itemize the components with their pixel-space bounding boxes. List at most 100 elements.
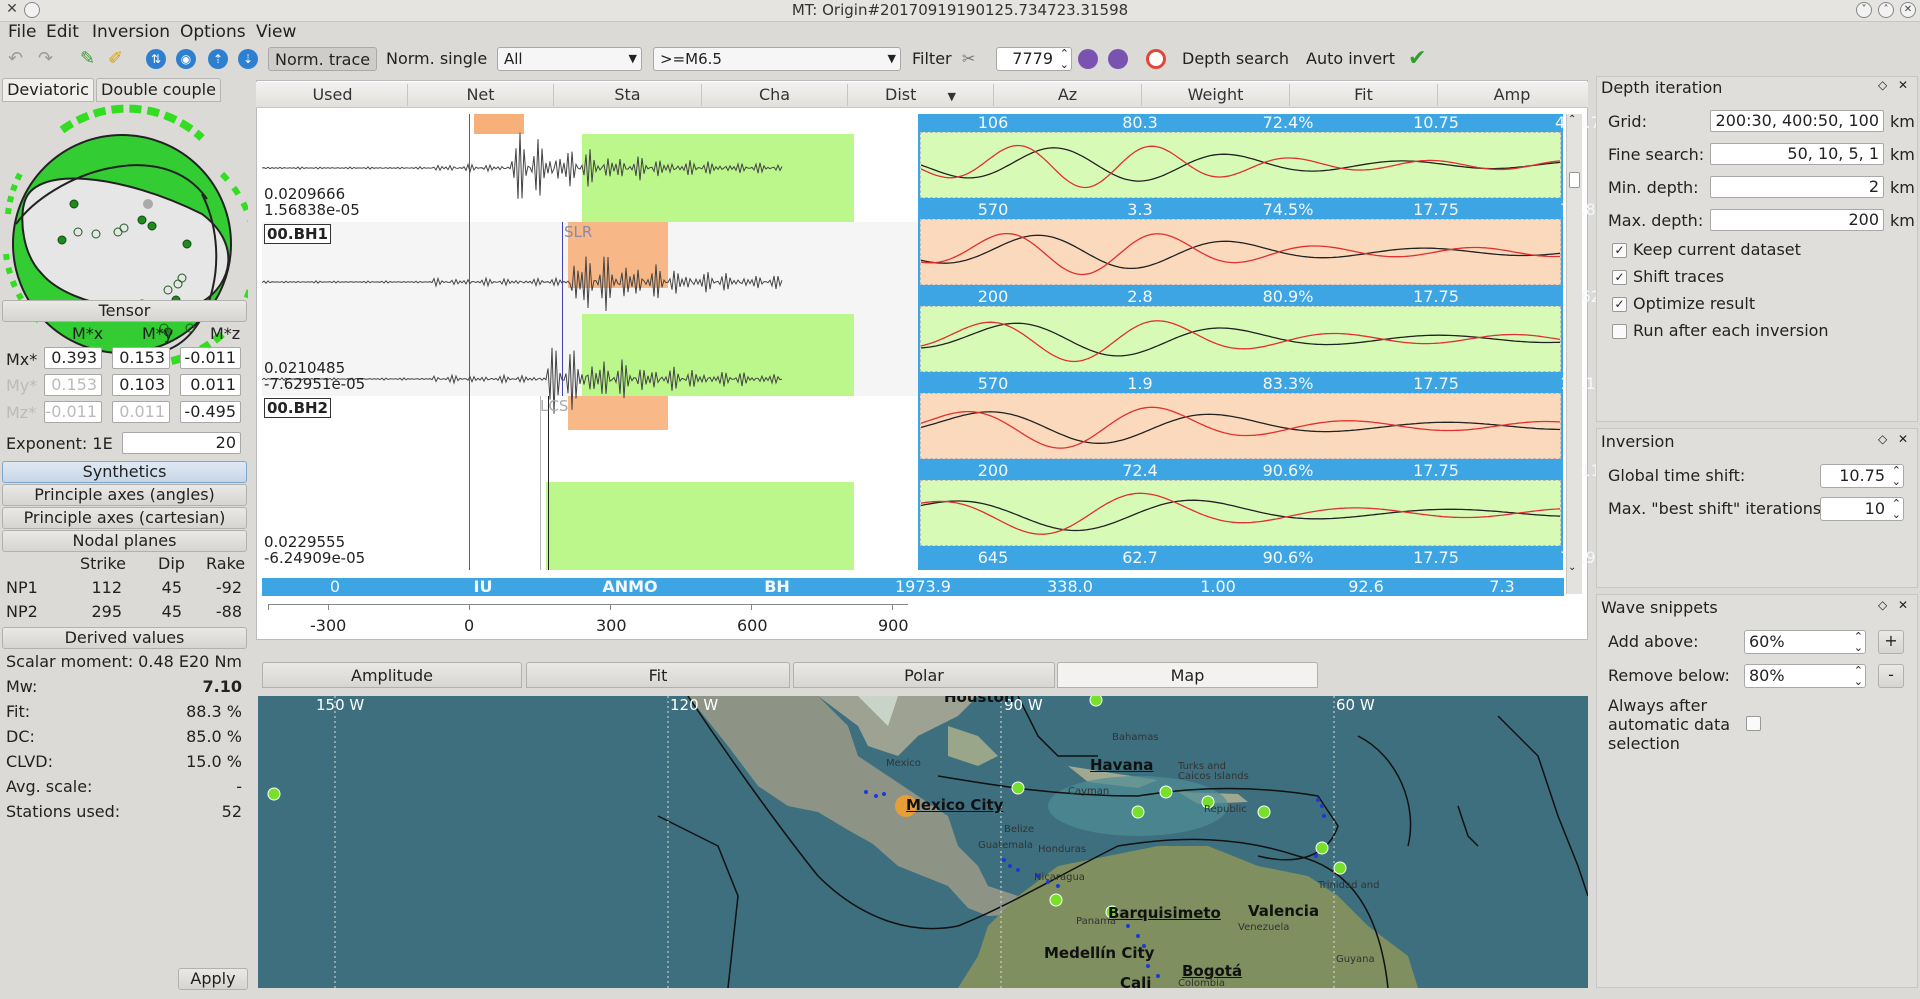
col-used[interactable]: Used: [258, 84, 408, 106]
col-az[interactable]: Az: [994, 84, 1142, 106]
close-icon[interactable]: ✕: [1898, 432, 1908, 446]
scrollbar-handle[interactable]: [1569, 172, 1580, 188]
add-snippet-button[interactable]: +: [1878, 630, 1904, 654]
menu-edit[interactable]: Edit: [46, 22, 79, 42]
fit-value-row[interactable]: 200 2.8 80.9% 17.75 0.62: [920, 287, 1601, 306]
run-after-label: Run after each inversion: [1633, 321, 1829, 340]
grid-field[interactable]: 200:30, 400:50, 100: [1710, 110, 1884, 132]
global-time-shift-spinner[interactable]: 10.75 ⌃ ⌄: [1820, 464, 1904, 488]
close-icon[interactable]: ✕: [1900, 2, 1916, 18]
chevron-down-icon: ▼: [887, 52, 896, 65]
sort-icon[interactable]: ⇅: [146, 49, 166, 69]
tab-deviatoric[interactable]: Deviatoric: [2, 78, 94, 102]
filter-select[interactable]: All ▼: [497, 47, 642, 71]
col-net[interactable]: Net: [408, 84, 554, 106]
pin-icon[interactable]: ✎: [80, 49, 100, 69]
fine-search-field[interactable]: 50, 10, 5, 1: [1710, 143, 1884, 165]
magnitude-select[interactable]: >=M6.5 ▼: [653, 47, 901, 71]
tab-double-couple[interactable]: Double couple: [96, 78, 221, 102]
close-icon[interactable]: ✕: [1898, 78, 1908, 92]
principle-axes-angles-button[interactable]: Principle axes (angles): [2, 484, 247, 506]
fit-waveform-box: [920, 480, 1561, 546]
fit-value-row[interactable]: 645 62.7 90.6% 17.75 79.92: [920, 549, 1606, 567]
undo-icon[interactable]: ↶: [8, 49, 28, 69]
derived-values-header[interactable]: Derived values: [2, 627, 247, 649]
always-after-checkbox[interactable]: [1746, 716, 1761, 731]
tensor-header[interactable]: Tensor: [2, 300, 247, 322]
close-icon[interactable]: ✕: [1898, 598, 1908, 612]
channel-label-bh1[interactable]: 00.BH1: [264, 224, 331, 244]
max-depth-field[interactable]: 200: [1710, 209, 1884, 231]
norm-single-button[interactable]: Norm. single: [380, 47, 493, 71]
auto-invert-button[interactable]: Auto invert: [1300, 47, 1401, 71]
fit-value-row[interactable]: 200 72.4 90.6% 17.75 9.11: [920, 462, 1601, 480]
tab-map[interactable]: Map: [1057, 662, 1318, 688]
norm-trace-button[interactable]: Norm. trace: [268, 47, 378, 71]
col-weight[interactable]: Weight: [1142, 84, 1290, 106]
select-icon[interactable]: ◉: [176, 49, 196, 69]
tensor-myy[interactable]: 0.103: [112, 374, 170, 396]
shift-traces-checkbox[interactable]: ✓: [1612, 270, 1627, 285]
tab-fit[interactable]: Fit: [526, 662, 790, 688]
menu-file[interactable]: File: [8, 22, 36, 42]
np1-strike: 112: [91, 578, 122, 597]
traces-scrollbar[interactable]: ⌃ ⌄: [1566, 114, 1582, 594]
remove-snippet-button[interactable]: -: [1878, 664, 1904, 688]
col-dist[interactable]: Dist ▼: [848, 84, 994, 106]
nodal-planes-header[interactable]: Nodal planes: [2, 530, 247, 552]
zoom-in-icon[interactable]: [1108, 49, 1128, 69]
map-view[interactable]: 150 W 120 W 90 W 60 W Mexico City Havana…: [258, 696, 1588, 988]
synthetics-button[interactable]: Synthetics: [2, 461, 247, 483]
tensor-mxx[interactable]: 0.393: [44, 347, 102, 369]
float-icon[interactable]: ◇: [1878, 78, 1887, 92]
tensor-myz[interactable]: 0.011: [180, 374, 241, 396]
target-icon[interactable]: [1146, 49, 1166, 69]
col-fit[interactable]: Fit: [1290, 84, 1438, 106]
float-icon[interactable]: ◇: [1878, 432, 1887, 446]
keep-dataset-checkbox[interactable]: ✓: [1612, 243, 1627, 258]
wrench-icon[interactable]: ✂: [962, 49, 982, 69]
run-after-checkbox[interactable]: [1612, 324, 1627, 339]
menu-view[interactable]: View: [256, 22, 296, 42]
toolbar: ↶ ↷ ✎ ✐ ⇅ ◉ ⇡ ⇣ Norm. trace Norm. single…: [0, 44, 1920, 74]
add-above-spinner[interactable]: 60% ⌃ ⌄: [1744, 630, 1866, 654]
channel-label-bh2[interactable]: 00.BH2: [264, 398, 331, 418]
checkmark-icon[interactable]: ✔: [1408, 48, 1428, 70]
optimize-result-checkbox[interactable]: ✓: [1612, 297, 1627, 312]
max-best-shift-spinner[interactable]: 10 ⌃ ⌄: [1820, 497, 1904, 521]
minimize-icon[interactable]: ˅: [1856, 2, 1872, 18]
menu-inversion[interactable]: Inversion: [92, 22, 170, 42]
float-icon[interactable]: ◇: [1878, 598, 1887, 612]
col-cha[interactable]: Cha: [702, 84, 848, 106]
filter-value-spinner[interactable]: 7779 ⌃ ⌄: [996, 47, 1072, 71]
maximize-icon[interactable]: ˄: [1878, 2, 1894, 18]
down-icon[interactable]: ⇣: [238, 49, 258, 69]
chevron-down-icon: ▼: [628, 52, 637, 65]
remove-below-spinner[interactable]: 80% ⌃ ⌄: [1744, 664, 1866, 688]
tensor-mxz[interactable]: -0.011: [180, 347, 241, 369]
always-after-label: Always after automatic data selection: [1608, 696, 1731, 753]
up-icon[interactable]: ⇡: [208, 49, 228, 69]
fit-value-row[interactable]: 570 3.3 74.5% 17.75 73.85: [920, 201, 1606, 219]
redo-icon[interactable]: ↷: [38, 49, 58, 69]
zoom-out-icon[interactable]: [1078, 49, 1098, 69]
clvd-label: CLVD:: [6, 752, 53, 771]
brush-icon[interactable]: ✐: [108, 49, 128, 69]
fit-value-row[interactable]: 106 80.3 72.4% 10.75 486.76: [920, 114, 1611, 132]
min-depth-field[interactable]: 2: [1710, 176, 1884, 198]
exponent-field[interactable]: 20: [122, 432, 241, 454]
selected-station-row[interactable]: 0 IU ANMO BH 1973.9 338.0 1.00 92.6 7.3: [262, 578, 1564, 596]
tensor-mxy[interactable]: 0.153: [112, 347, 170, 369]
col-amp[interactable]: Amp: [1438, 84, 1586, 106]
tensor-mzz[interactable]: -0.495: [180, 401, 241, 423]
fit-cell: 80.9%: [1262, 287, 1314, 306]
col-sta[interactable]: Sta: [554, 84, 702, 106]
depth-search-button[interactable]: Depth search: [1176, 47, 1295, 71]
tab-amplitude[interactable]: Amplitude: [262, 662, 522, 688]
trace-scale-label: 0.0210485 -7.62951e-05: [264, 359, 366, 393]
tab-polar[interactable]: Polar: [793, 662, 1055, 688]
menu-options[interactable]: Options: [180, 22, 246, 42]
fit-value-row[interactable]: 570 1.9 83.3% 17.75 13.11: [920, 375, 1606, 393]
apply-button[interactable]: Apply: [178, 968, 248, 990]
principle-axes-cartesian-button[interactable]: Principle axes (cartesian): [2, 507, 247, 529]
